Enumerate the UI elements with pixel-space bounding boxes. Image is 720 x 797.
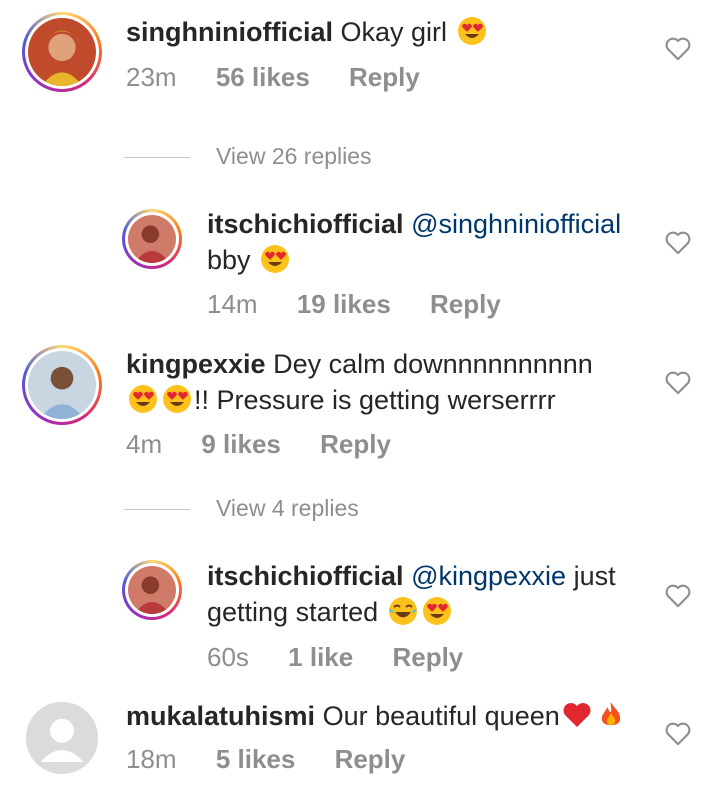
view-replies-button[interactable]: View 26 replies [124,143,372,170]
comment-likes[interactable]: 56 likes [216,62,310,92]
reply-button[interactable]: Reply [320,429,391,459]
reply-button[interactable]: Reply [392,642,463,672]
heart-eyes-emoji [260,244,290,274]
red-heart-emoji [562,700,592,730]
comment-mention[interactable]: @kingpexxie [411,561,566,591]
comment-time: 4m [126,429,163,459]
comment-text-continued: getting started [207,597,379,627]
comment-time: 14m [207,289,258,319]
comment-text-continued: !! Pressure is getting werserrrr [194,385,556,415]
comment-likes[interactable]: 9 likes [201,429,281,459]
comment-likes[interactable]: 5 likes [216,744,296,774]
comment-username[interactable]: mukalatuhismi [126,701,315,731]
like-heart-icon[interactable] [664,720,692,746]
reply-button[interactable]: Reply [335,744,406,774]
comment-username[interactable]: itschichiofficial [207,209,404,239]
comment-username[interactable]: kingpexxie [126,349,266,379]
reply-button[interactable]: Reply [430,289,501,319]
heart-eyes-emoji [422,596,452,626]
divider-line [124,157,190,159]
like-heart-icon[interactable] [664,582,692,608]
comment-text: just [573,561,616,591]
comment-text: Okay girl [340,17,448,47]
comment-time: 60s [207,642,249,672]
comment-likes[interactable]: 19 likes [297,289,391,319]
comment-text: Our beautiful queen [322,701,560,731]
avatar[interactable] [22,12,102,92]
comment-time: 23m [126,62,177,92]
comment-text: bby [207,245,251,275]
avatar[interactable] [26,702,98,774]
heart-eyes-emoji [162,384,192,414]
heart-eyes-emoji [457,16,487,46]
view-replies-button[interactable]: View 4 replies [124,495,359,522]
comment-text: Dey calm downnnnnnnnnn [273,349,593,379]
tears-of-joy-emoji [388,596,418,626]
like-heart-icon[interactable] [664,369,692,395]
comment-username[interactable]: singhniniofficial [126,17,333,47]
avatar[interactable] [122,560,182,620]
comment-time: 18m [126,744,177,774]
like-heart-icon[interactable] [664,35,692,61]
like-heart-icon[interactable] [664,229,692,255]
comment-likes[interactable]: 1 like [288,642,353,672]
avatar[interactable] [22,345,102,425]
divider-line [124,509,190,511]
comment-username[interactable]: itschichiofficial [207,561,404,591]
reply-button[interactable]: Reply [349,62,420,92]
avatar[interactable] [122,209,182,269]
heart-eyes-emoji [128,384,158,414]
comment-mention[interactable]: @singhniniofficial [411,209,621,239]
comment-feed: singhniniofficial Okay girl 23m 56 likes… [0,0,720,797]
fire-emoji [596,700,626,730]
